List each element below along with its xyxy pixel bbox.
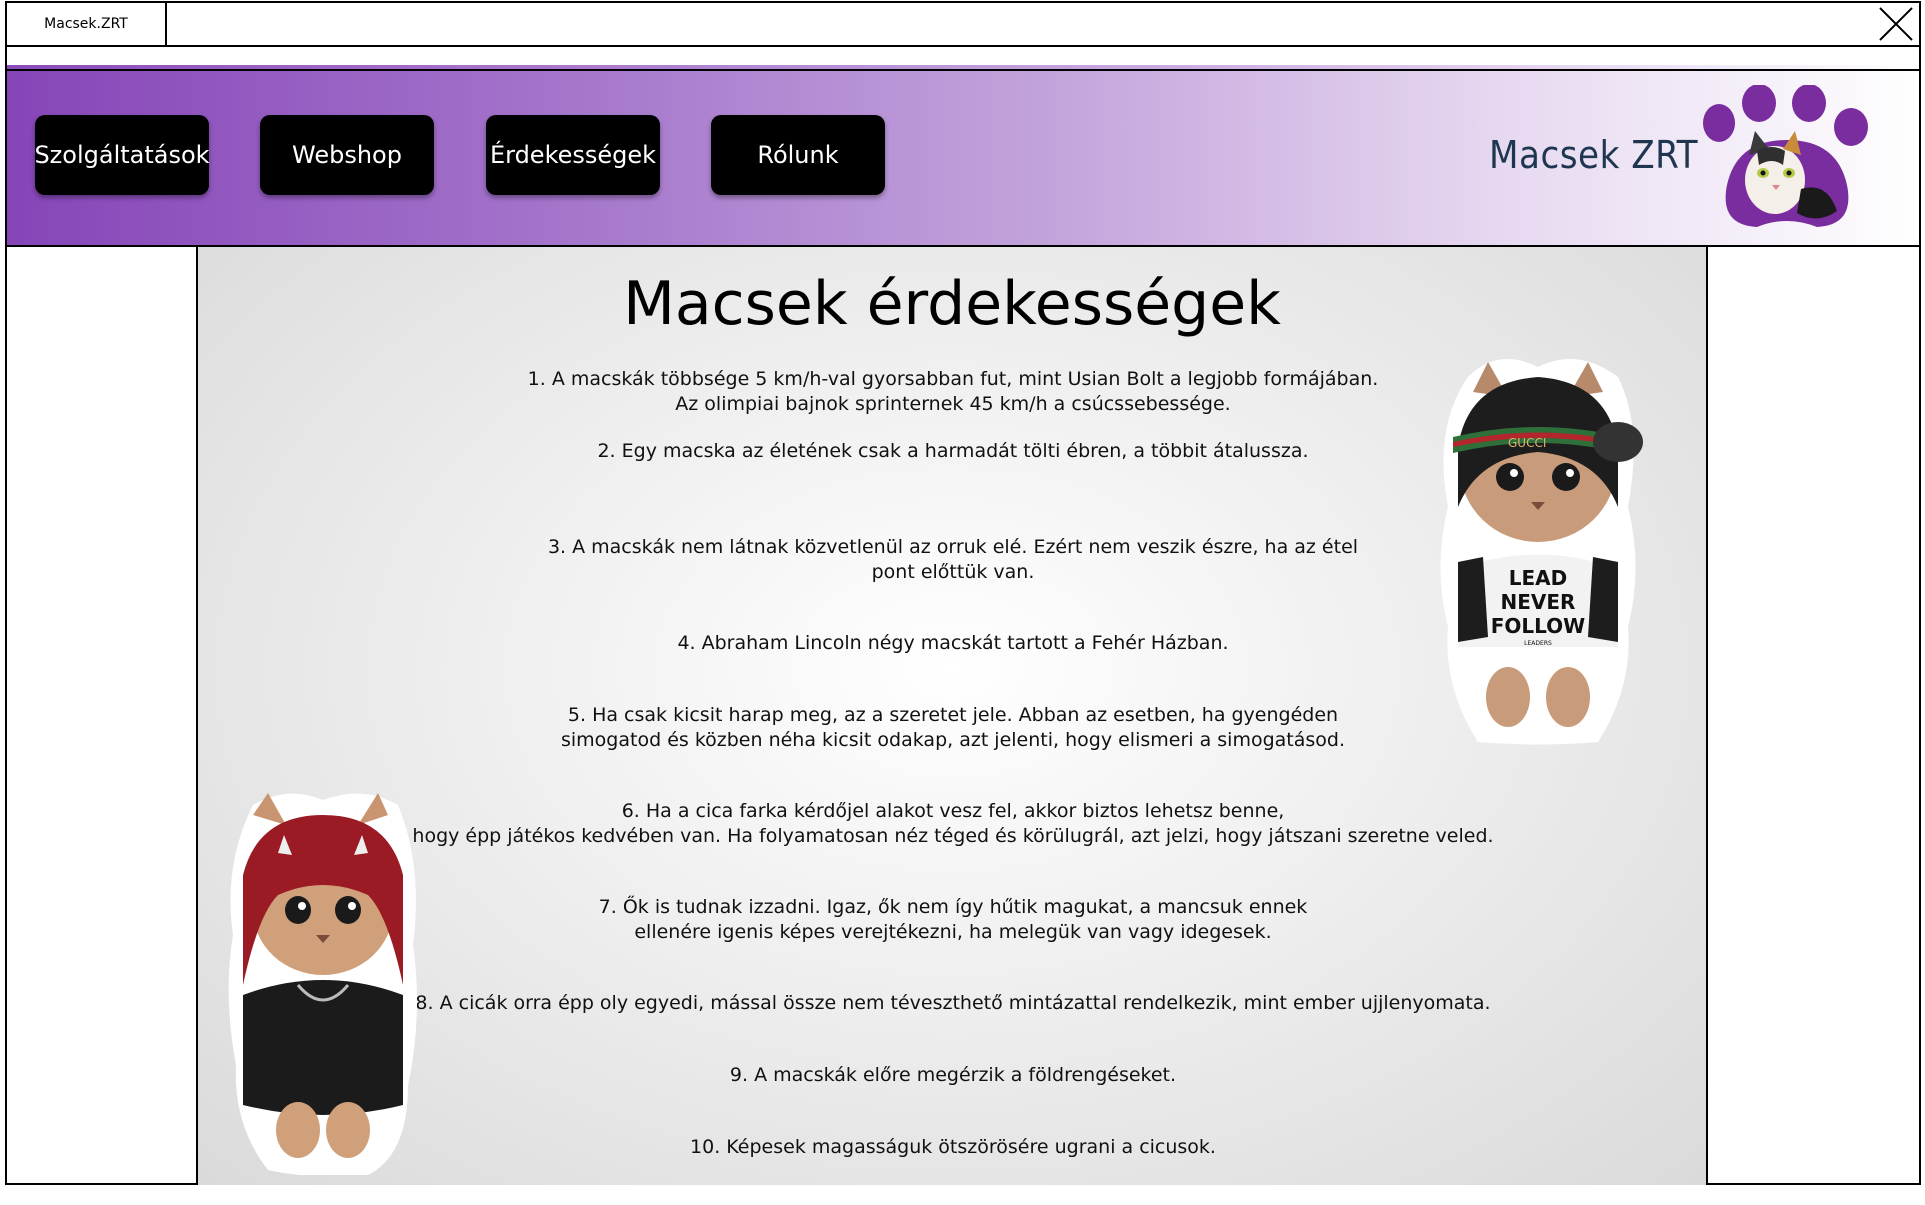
nav-button-erdekessegek[interactable]: Érdekességek xyxy=(486,115,660,195)
nav-button-rolunk[interactable]: Rólunk xyxy=(711,115,885,195)
fact-item: 2. Egy macska az életének csak a harmadá… xyxy=(378,439,1528,464)
tab-bar: Macsek.ZRT xyxy=(7,3,1919,47)
shirt-text: LEADERS xyxy=(1524,640,1552,647)
nav-button-label: Webshop xyxy=(292,141,402,169)
nav-button-label: Rólunk xyxy=(757,141,839,169)
fact-line: 8. A cicák orra épp oly egyedi, mással ö… xyxy=(415,992,1491,1014)
headband-text: GUCCI xyxy=(1508,436,1546,450)
fact-line: 10. Képesek magasságuk ötszörösére ugran… xyxy=(690,1136,1216,1158)
fact-item: 6. Ha a cica farka kérdőjel alakot vesz … xyxy=(378,799,1528,849)
fact-item: 1. A macskák többsége 5 km/h-val gyorsab… xyxy=(378,367,1528,417)
fact-item: 7. Ők is tudnak izzadni. Igaz, ők nem íg… xyxy=(378,895,1528,945)
close-icon[interactable] xyxy=(1877,5,1915,43)
page-title: Macsek érdekességek xyxy=(623,269,1281,339)
browser-window: Macsek.ZRT Szolgáltatások Webshop Érdeke… xyxy=(5,1,1921,1185)
tab-title: Macsek.ZRT xyxy=(44,16,128,32)
nav-button-szolgaltatasok[interactable]: Szolgáltatások xyxy=(34,115,210,195)
fact-item: 10. Képesek magasságuk ötszörösére ugran… xyxy=(378,1135,1528,1160)
fact-line: ellenére igenis képes verejtékezni, ha m… xyxy=(634,921,1272,943)
shirt-text: FOLLOW xyxy=(1491,614,1586,638)
nav-button-label: Szolgáltatások xyxy=(34,141,210,169)
fact-line: 6. Ha a cica farka kérdőjel alakot vesz … xyxy=(621,800,1285,822)
main-content: Macsek érdekességek 1. A macskák többség… xyxy=(196,247,1708,1185)
nav-button-label: Érdekességek xyxy=(489,141,657,169)
fact-line: 2. Egy macska az életének csak a harmadá… xyxy=(597,440,1309,462)
fact-line: Az olimpiai bajnok sprinternek 45 km/h a… xyxy=(675,393,1231,415)
fact-line: 5. Ha csak kicsit harap meg, az a szeret… xyxy=(567,704,1339,726)
fact-line: 3. A macskák nem látnak közvetlenül az o… xyxy=(547,536,1359,558)
fact-line: 9. A macskák előre megérzik a földrengés… xyxy=(729,1064,1177,1086)
cat-sticker-image xyxy=(228,793,417,1175)
cat-sticker-image: GUCCI LEAD NEVER FOLLOW LEADERS xyxy=(1440,359,1643,745)
browser-tab[interactable]: Macsek.ZRT xyxy=(7,3,167,45)
paw-logo-icon xyxy=(1703,85,1868,227)
fact-line: 7. Ők is tudnak izzadni. Igaz, ők nem íg… xyxy=(598,896,1308,918)
fact-line: hogy épp játékos kedvében van. Ha folyam… xyxy=(412,825,1494,847)
shirt-text: NEVER xyxy=(1501,590,1576,614)
fact-line: simogatod és közben néha kicsit odakap, … xyxy=(561,729,1345,751)
nav-button-webshop[interactable]: Webshop xyxy=(260,115,434,195)
fact-item: 5. Ha csak kicsit harap meg, az a szeret… xyxy=(378,703,1528,753)
brand-name: Macsek ZRT xyxy=(1489,133,1699,177)
shirt-text: LEAD xyxy=(1509,566,1568,590)
fact-item: 4. Abraham Lincoln négy macskát tartott … xyxy=(378,631,1528,656)
fact-line: pont előttük van. xyxy=(871,561,1035,583)
fact-item: 8. A cicák orra épp oly egyedi, mással ö… xyxy=(378,991,1528,1016)
fact-line: 4. Abraham Lincoln négy macskát tartott … xyxy=(677,632,1229,654)
fact-line: 1. A macskák többsége 5 km/h-val gyorsab… xyxy=(527,368,1379,390)
fact-item: 9. A macskák előre megérzik a földrengés… xyxy=(378,1063,1528,1088)
site-header: Szolgáltatások Webshop Érdekességek Rólu… xyxy=(7,69,1919,247)
fact-item: 3. A macskák nem látnak közvetlenül az o… xyxy=(378,535,1528,585)
